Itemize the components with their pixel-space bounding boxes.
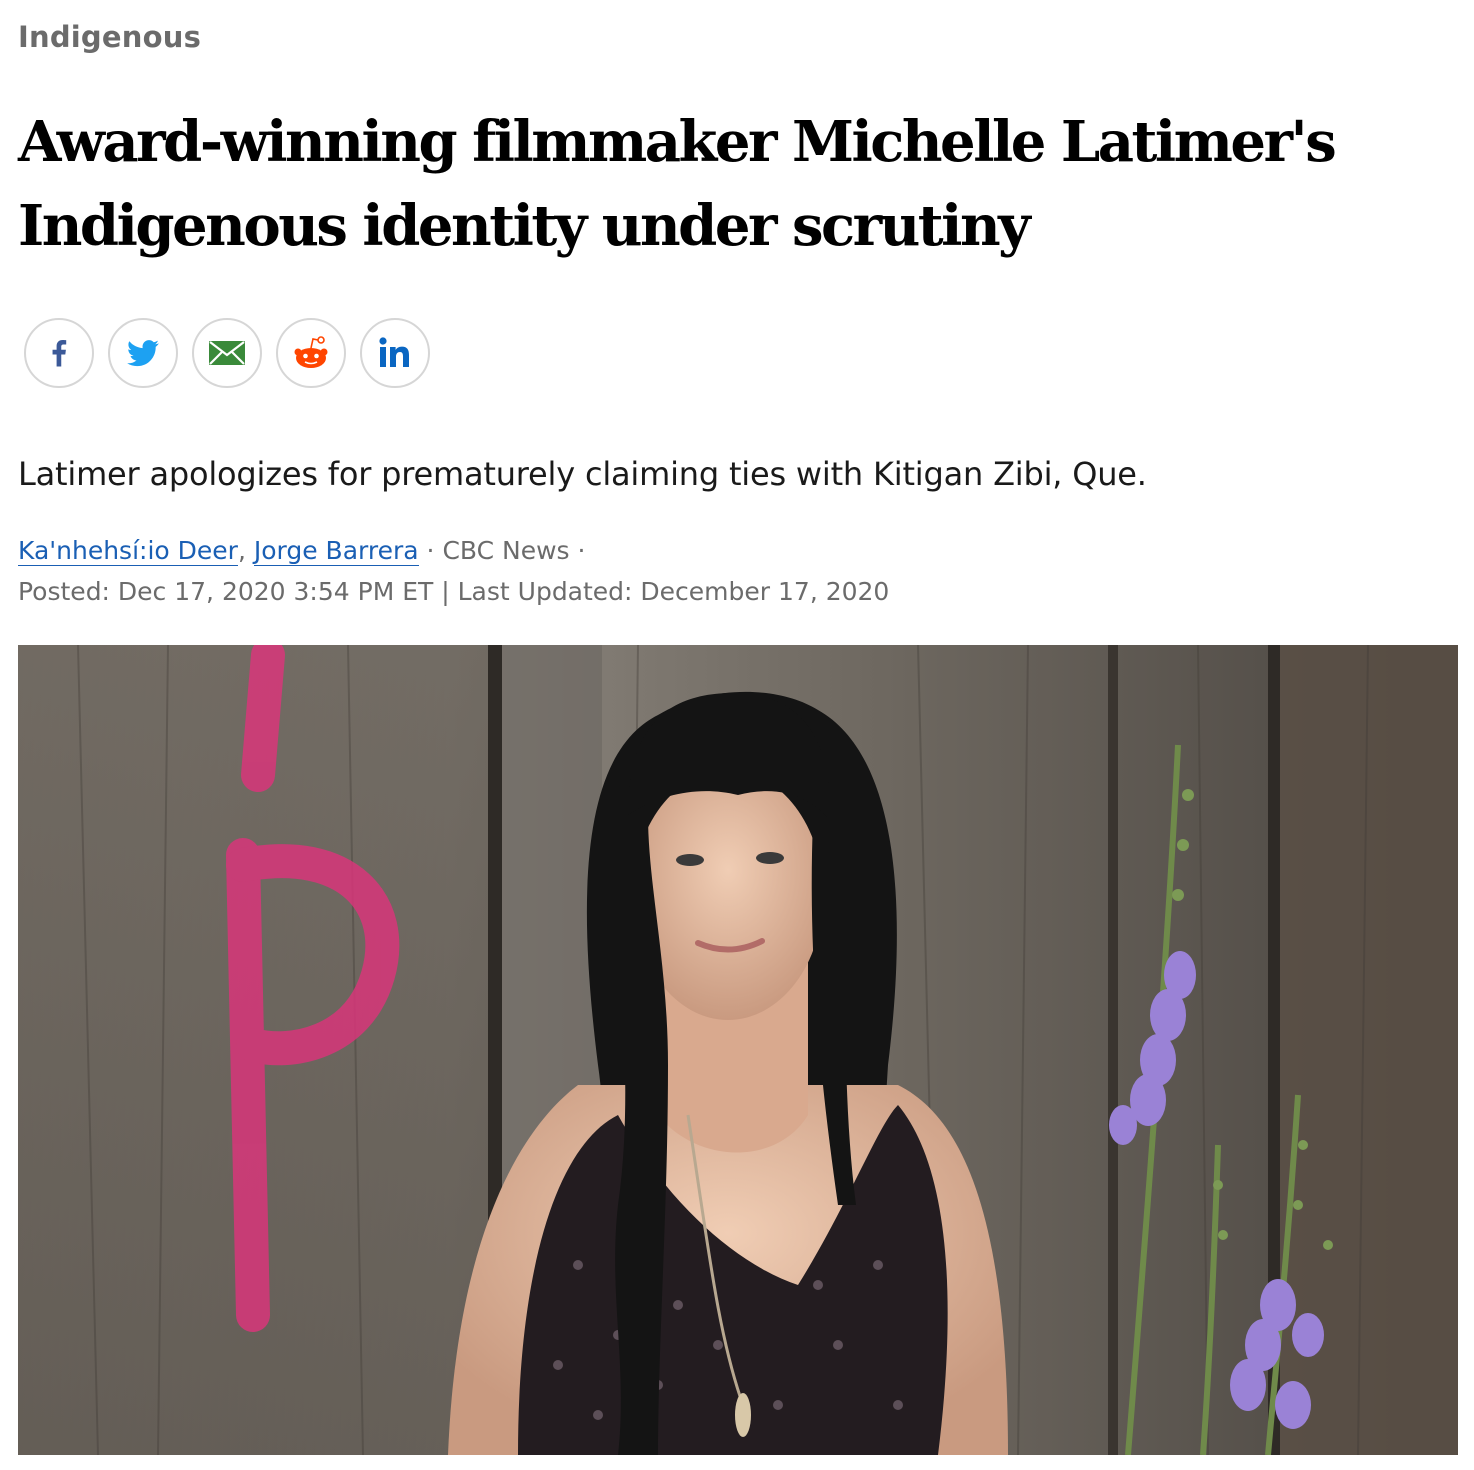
article-deck: Latimer apologizes for prematurely claim… — [18, 455, 1147, 493]
byline: Ka'nhehsí:io Deer, Jorge Barrera · CBC N… — [18, 536, 586, 566]
author-link-barrera[interactable]: Jorge Barrera — [253, 536, 419, 566]
twitter-icon — [127, 340, 159, 367]
posted-date: Posted: Dec 17, 2020 3:54 PM ET — [18, 577, 434, 606]
timestamp-divider: | — [441, 577, 450, 606]
share-reddit-button[interactable] — [276, 318, 346, 388]
share-linkedin-button[interactable] — [360, 318, 430, 388]
byline-dot: · — [426, 536, 435, 565]
facebook-icon — [52, 339, 67, 367]
share-twitter-button[interactable] — [108, 318, 178, 388]
updated-date: Last Updated: December 17, 2020 — [457, 577, 890, 606]
author-separator: , — [237, 536, 246, 565]
timestamps: Posted: Dec 17, 2020 3:54 PM ET | Last U… — [18, 577, 889, 606]
headline-line-1: Award-winning filmmaker Michelle Latimer… — [18, 109, 1337, 175]
photo-illustration: P — [18, 645, 1458, 1455]
linkedin-icon — [379, 337, 409, 367]
outlet-name: CBC News — [442, 536, 570, 565]
email-icon — [209, 341, 245, 365]
headline: Award-winning filmmaker Michelle Latimer… — [18, 100, 1418, 268]
share-bar — [24, 318, 430, 388]
share-facebook-button[interactable] — [24, 318, 94, 388]
headline-line-2: Indigenous identity under scrutiny — [18, 193, 1031, 259]
section-link[interactable]: Indigenous — [18, 20, 201, 54]
author-link-deer[interactable]: Ka'nhehsí:io Deer — [18, 536, 238, 566]
lead-photo: P — [18, 645, 1458, 1455]
share-email-button[interactable] — [192, 318, 262, 388]
reddit-icon — [294, 336, 328, 368]
byline-trailing-dot: · — [577, 536, 586, 565]
